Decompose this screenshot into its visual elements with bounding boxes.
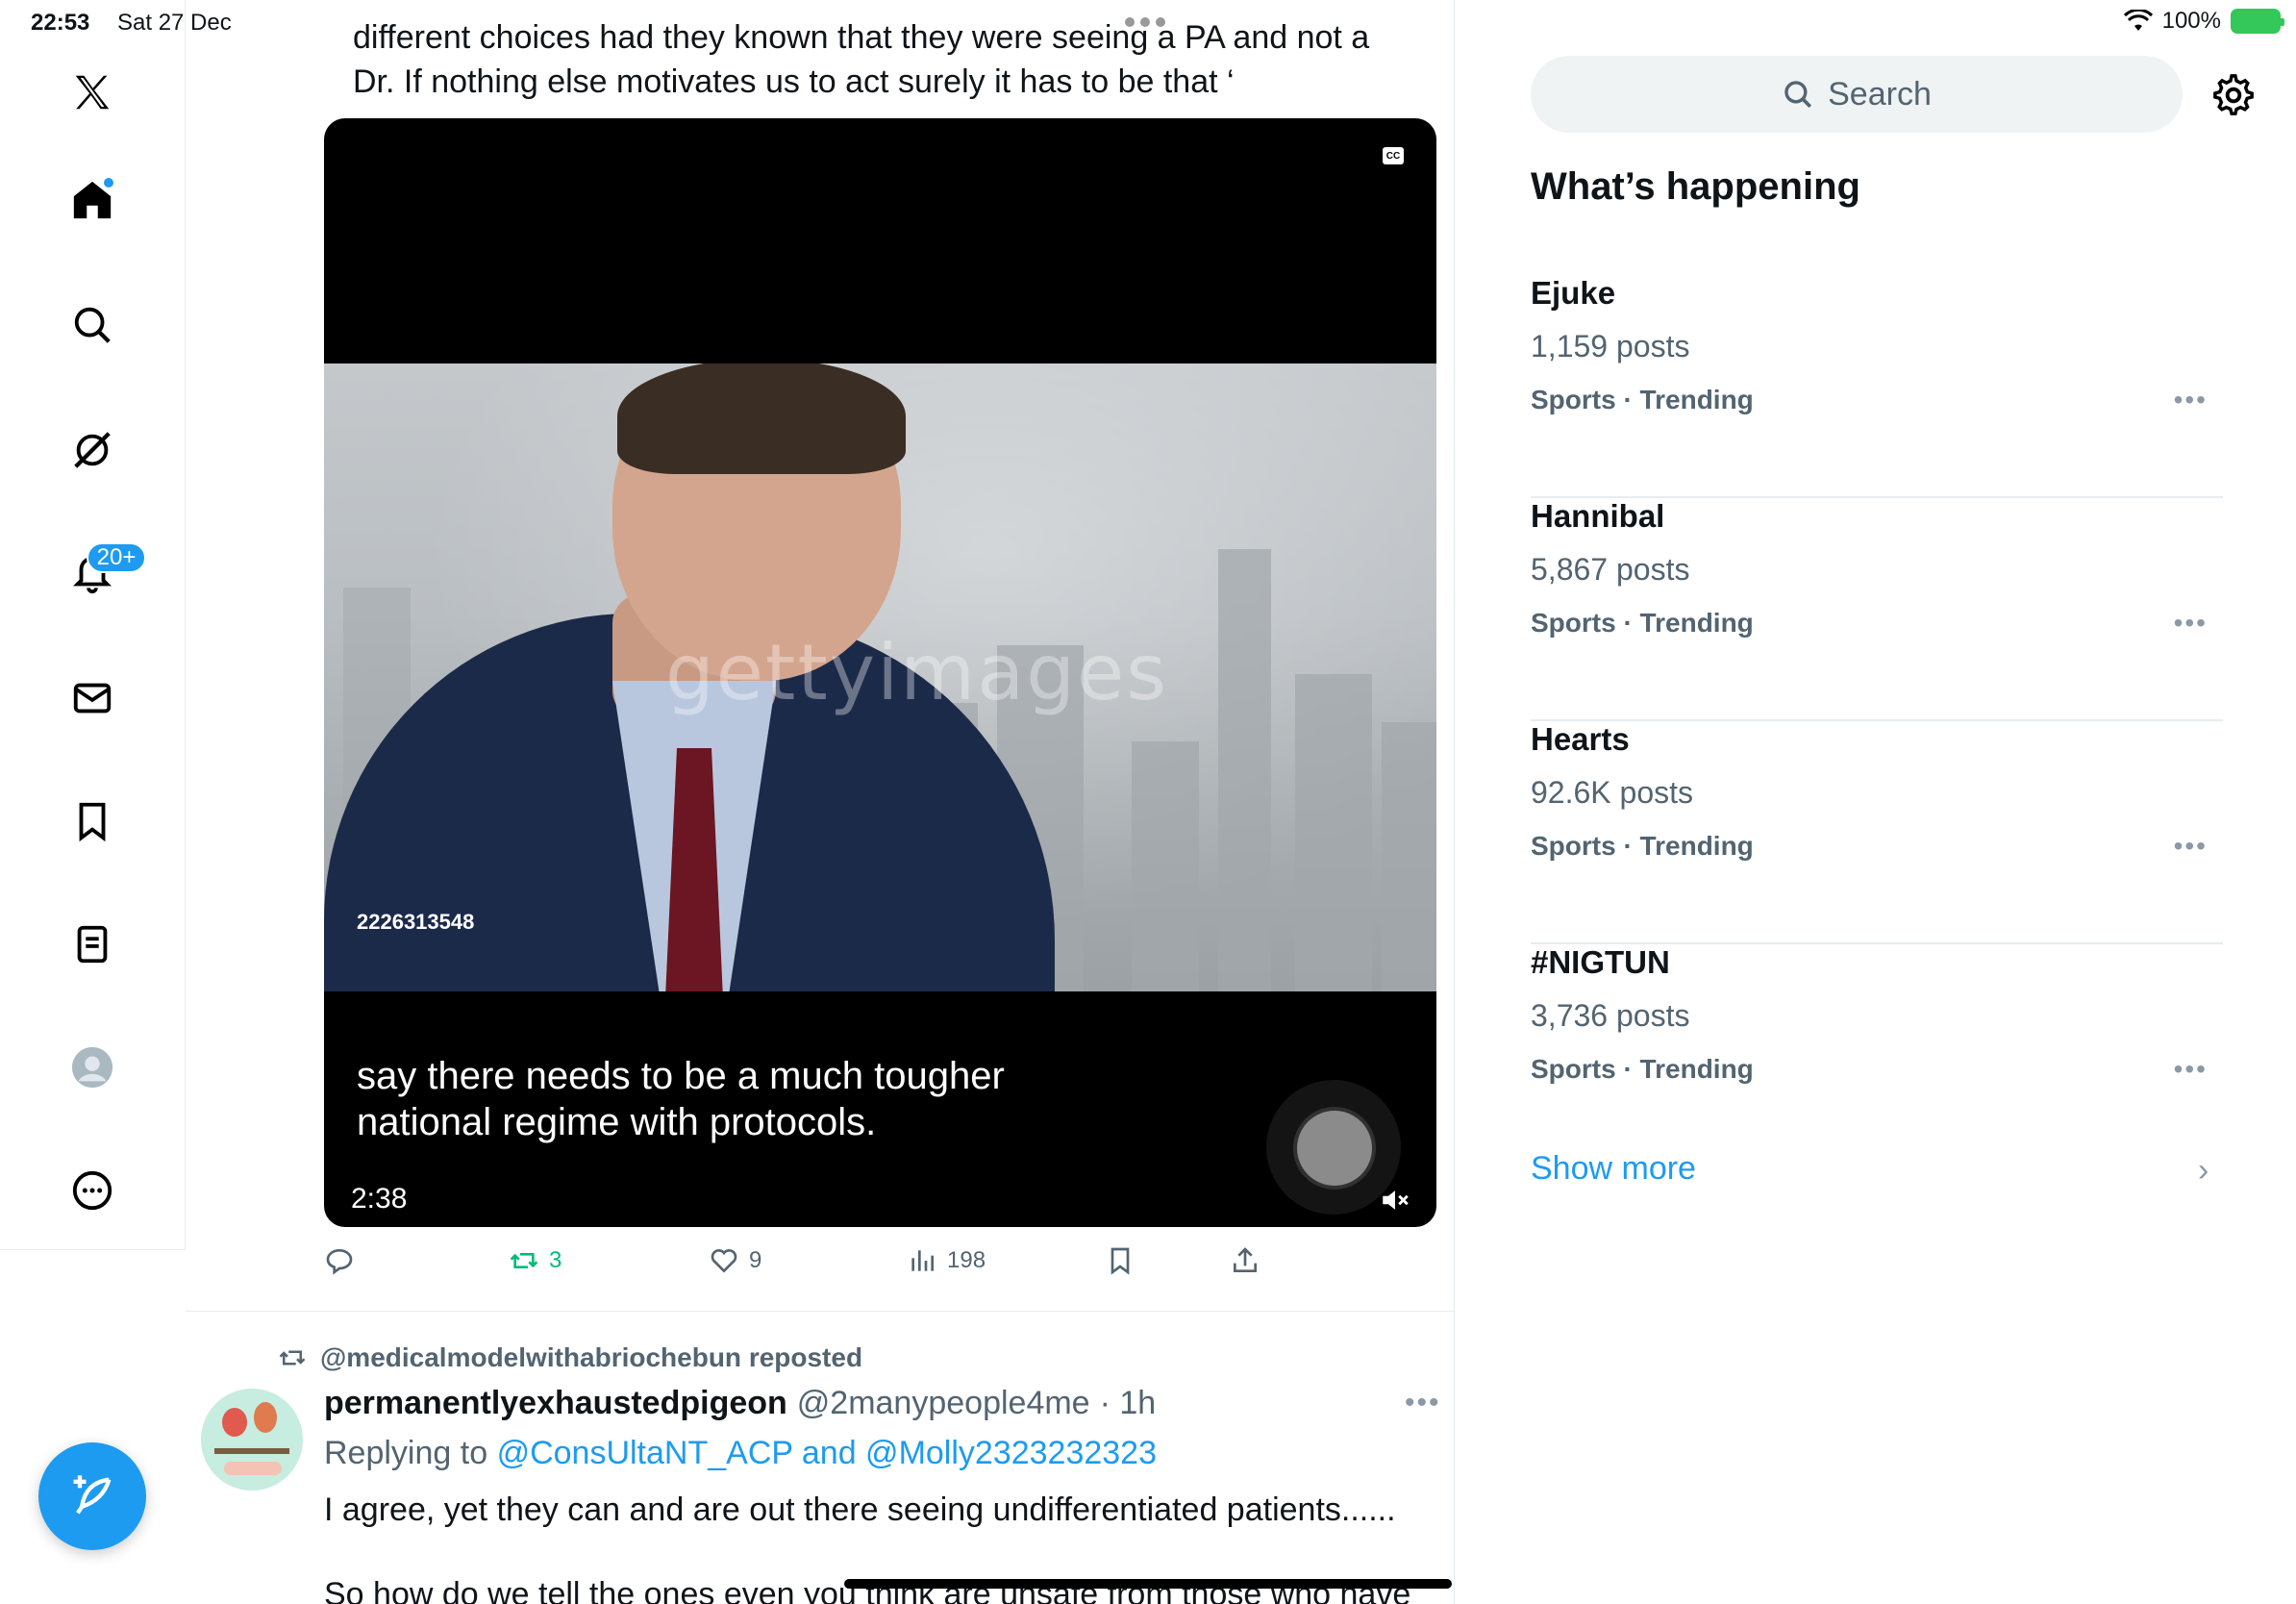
reply-button[interactable] [324, 1245, 355, 1276]
trend-count: 92.6K posts [1531, 775, 1693, 810]
getty-watermark: gettyimages [665, 628, 1168, 717]
home-indicator[interactable] [844, 1579, 1452, 1589]
reply-mentions[interactable]: @ConsUltaNT_ACP and @Molly2323232323 [497, 1435, 1157, 1471]
notifications-badge: 20+ [87, 542, 146, 573]
show-more-link[interactable]: Show more [1531, 1150, 1696, 1188]
trend-name: Hearts [1531, 721, 1630, 757]
retweet-icon [510, 1253, 538, 1268]
tweet-text-line: Dr. If nothing else motivates us to act … [353, 63, 1235, 100]
tweet-author-row: permanentlyexhaustedpigeon @2manypeople4… [324, 1385, 1156, 1422]
views-chart-icon [911, 1250, 934, 1271]
views-button[interactable]: 198 [907, 1245, 986, 1276]
mute-icon[interactable] [1379, 1184, 1411, 1216]
repost-indicator[interactable]: @medicalmodelwithabriochebun reposted [278, 1342, 862, 1373]
trend-meta: Sports · Trending [1531, 831, 1754, 861]
trend-more-options-icon[interactable]: ••• [2174, 1054, 2208, 1085]
trend-count: 1,159 posts [1531, 329, 1690, 363]
author-handle[interactable]: @2manypeople4me [797, 1385, 1090, 1422]
author-avatar[interactable] [201, 1389, 303, 1491]
compose-post-button[interactable] [38, 1442, 146, 1550]
touch-indicator-dot [1293, 1107, 1376, 1190]
profile-avatar-icon[interactable] [62, 1037, 123, 1098]
trend-more-options-icon[interactable]: ••• [2174, 608, 2208, 639]
whats-happening-title: What’s happening [1531, 165, 1860, 208]
closed-captions-icon[interactable]: CC [1383, 147, 1404, 164]
trend-item[interactable]: #NIGTUN 3,736 posts Sports · Trending ••… [1531, 944, 2223, 1167]
settings-gear-icon[interactable] [2211, 73, 2256, 117]
lists-icon[interactable] [62, 914, 123, 975]
trend-meta: Sports · Trending [1531, 1054, 1754, 1084]
trend-meta: Sports · Trending [1531, 608, 1754, 638]
replying-to: Replying to @ConsUltaNT_ACP and @Molly23… [324, 1435, 1157, 1472]
tweet-divider [186, 1311, 1454, 1312]
left-nav: 20+ [0, 0, 186, 1250]
retweet-button[interactable]: 3 [509, 1245, 562, 1276]
tweet-actions: 3 9 198 [324, 1245, 1436, 1293]
caption-line: national regime with protocols. [357, 1101, 877, 1143]
trend-more-options-icon[interactable]: ••• [2174, 831, 2208, 862]
reply-icon [326, 1248, 353, 1275]
replying-to-label: Replying to [324, 1435, 488, 1471]
compose-feather-icon [73, 1475, 112, 1515]
trend-item[interactable]: Hearts 92.6K posts Sports · Trending ••• [1531, 721, 2223, 944]
video-caption: say there needs to be a much tougher nat… [357, 1053, 1126, 1145]
trend-name: Hannibal [1531, 498, 1665, 534]
heart-icon [711, 1249, 737, 1273]
tweet-body-line: So how do we tell the ones even you thin… [324, 1576, 1411, 1604]
author-name[interactable]: permanentlyexhaustedpigeon [324, 1385, 787, 1422]
trend-more-options-icon[interactable]: ••• [2174, 385, 2208, 415]
retweet-count: 3 [549, 1247, 562, 1273]
timeline-feed[interactable]: different choices had they known that th… [186, 0, 1455, 1604]
bookmarks-icon[interactable] [62, 790, 123, 852]
trend-name: Ejuke [1531, 275, 1616, 311]
bookmark-icon [1111, 1247, 1130, 1275]
trend-item[interactable]: Ejuke 1,159 posts Sports · Trending ••• [1531, 275, 2223, 498]
more-options-icon[interactable] [62, 1160, 123, 1221]
repost-label: @medicalmodelwithabriochebun reposted [320, 1342, 863, 1372]
grok-icon[interactable] [62, 419, 123, 481]
trend-name: #NIGTUN [1531, 944, 1670, 980]
like-button[interactable]: 9 [709, 1245, 761, 1276]
search-icon [1784, 81, 1812, 109]
tweet-text: different choices had they known that th… [353, 0, 1454, 104]
tweet-more-options-icon[interactable]: ••• [1405, 1387, 1441, 1419]
video-image-id: 2226313548 [357, 910, 475, 934]
trend-count: 5,867 posts [1531, 552, 1690, 587]
like-count: 9 [749, 1247, 762, 1273]
search-placeholder: Search [1828, 75, 1932, 113]
share-button[interactable] [1230, 1245, 1260, 1276]
tweet-time: · 1h [1099, 1385, 1157, 1421]
chevron-right-icon[interactable]: › [2198, 1152, 2209, 1190]
trend-count: 3,736 posts [1531, 998, 1690, 1033]
bookmark-button[interactable] [1105, 1245, 1136, 1276]
tweet-body-line: I agree, yet they can and are out there … [324, 1491, 1396, 1528]
tweet-text-line: different choices had they known that th… [353, 19, 1370, 56]
search-icon[interactable] [62, 294, 123, 356]
video-frame: gettyimages 2226313548 [324, 363, 1436, 991]
messages-envelope-icon[interactable] [62, 667, 123, 729]
right-sidebar: Search What’s happening Ejuke 1,159 post… [1456, 0, 2296, 1604]
repost-icon [279, 1350, 306, 1366]
trend-meta: Sports · Trending [1531, 385, 1754, 414]
tweet-video-player[interactable]: CC gettyimages 2226313548 say there need… [324, 118, 1436, 1227]
x-logo-icon[interactable] [62, 62, 123, 123]
share-icon [1234, 1247, 1257, 1272]
trend-item[interactable]: Hannibal 5,867 posts Sports · Trending •… [1531, 498, 2223, 721]
views-count: 198 [947, 1247, 986, 1273]
home-unread-dot [102, 176, 115, 189]
video-duration: 2:38 [351, 1183, 408, 1215]
search-input[interactable]: Search [1531, 56, 2183, 133]
caption-line: say there needs to be a much tougher [357, 1055, 1005, 1097]
